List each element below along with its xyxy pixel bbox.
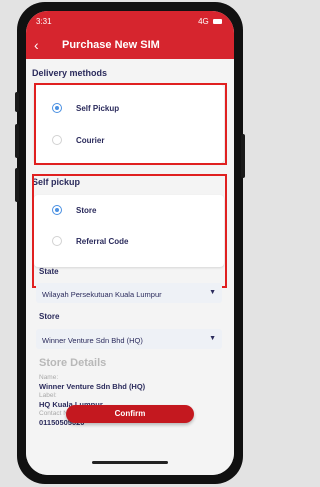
phone-side-button bbox=[241, 134, 245, 178]
option-store[interactable]: Store bbox=[76, 206, 96, 215]
store-details-title: Store Details bbox=[39, 357, 107, 369]
confirm-button[interactable]: Confirm bbox=[66, 405, 194, 423]
radio-courier[interactable] bbox=[52, 135, 62, 145]
app-screen: 3:31 4G ‹ Purchase New SIM Delivery meth… bbox=[26, 11, 234, 475]
battery-icon bbox=[213, 19, 222, 25]
app-header: ‹ Purchase New SIM bbox=[26, 33, 234, 59]
delivery-methods-title: Delivery methods bbox=[32, 68, 108, 78]
phone-side-button bbox=[15, 124, 19, 158]
radio-referral-code[interactable] bbox=[52, 236, 62, 246]
signal-label: 4G bbox=[198, 17, 209, 26]
store-label-label: Label: bbox=[39, 392, 57, 399]
status-time: 3:31 bbox=[36, 17, 52, 26]
state-label: State bbox=[39, 267, 59, 276]
option-courier[interactable]: Courier bbox=[76, 136, 104, 145]
option-self-pickup[interactable]: Self Pickup bbox=[76, 104, 119, 113]
page-title: Purchase New SIM bbox=[62, 39, 160, 51]
page-content: Delivery methods Self Pickup Courier Sel… bbox=[26, 59, 234, 475]
chevron-down-icon: ▼ bbox=[209, 335, 216, 342]
state-select-value: Wilayah Persekutuan Kuala Lumpur bbox=[42, 290, 162, 299]
pickup-highlight-box bbox=[32, 174, 227, 288]
status-indicators: 4G bbox=[198, 17, 222, 26]
radio-self-pickup[interactable] bbox=[52, 103, 62, 113]
back-button[interactable]: ‹ bbox=[34, 38, 39, 52]
status-bar: 3:31 4G bbox=[26, 11, 234, 33]
phone-side-button bbox=[15, 92, 19, 112]
phone-side-button bbox=[15, 168, 19, 202]
store-label: Store bbox=[39, 312, 60, 321]
state-select[interactable]: Wilayah Persekutuan Kuala Lumpur ▼ bbox=[36, 283, 222, 303]
store-name-value: Winner Venture Sdn Bhd (HQ) bbox=[39, 382, 146, 391]
radio-store[interactable] bbox=[52, 205, 62, 215]
delivery-highlight-box bbox=[34, 83, 227, 165]
option-referral-code[interactable]: Referral Code bbox=[76, 237, 128, 246]
store-name-label: Name: bbox=[39, 374, 59, 381]
store-select[interactable]: Winner Venture Sdn Bhd (HQ) ▼ bbox=[36, 329, 222, 349]
store-select-value: Winner Venture Sdn Bhd (HQ) bbox=[42, 336, 143, 345]
chevron-down-icon: ▼ bbox=[209, 289, 216, 296]
home-indicator bbox=[92, 461, 168, 464]
